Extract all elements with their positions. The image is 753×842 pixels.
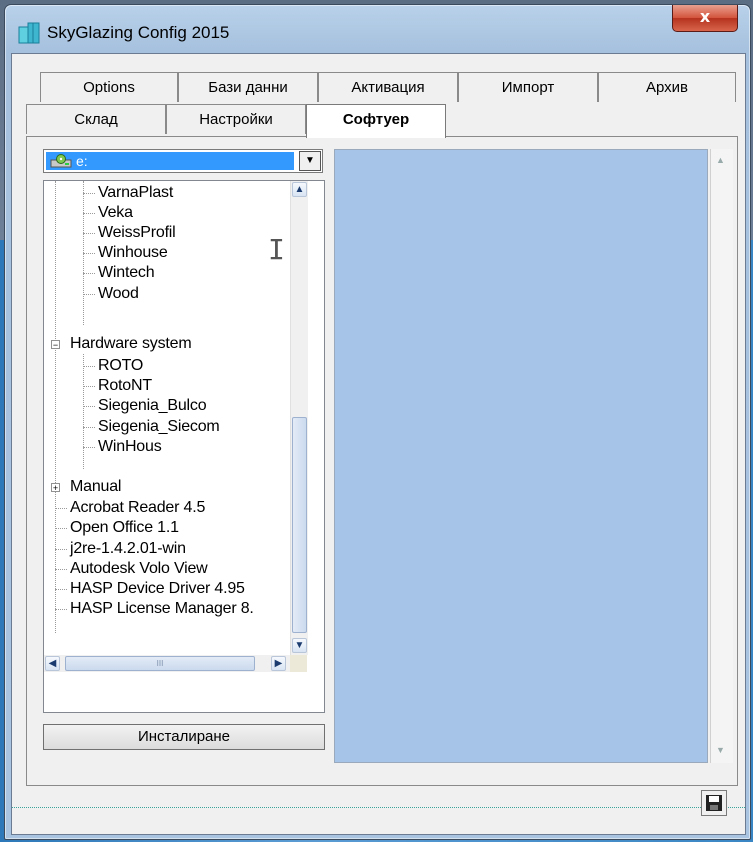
tree-item-hardware-system[interactable]: Hardware system	[70, 334, 192, 354]
window-title: SkyGlazing Config 2015	[47, 23, 230, 42]
tree-guide	[55, 569, 67, 570]
floppy-disk-icon	[706, 795, 722, 811]
tree-item[interactable]: j2re-1.4.2.01-win	[70, 539, 186, 559]
chevron-left-icon[interactable]: ◀	[45, 656, 60, 671]
text-cursor-icon: I	[268, 233, 285, 266]
tree-guide	[55, 549, 67, 550]
tree-item[interactable]: Wintech	[98, 263, 155, 283]
chevron-up-icon[interactable]: ▲	[292, 182, 307, 197]
tab-settings[interactable]: Настройки	[166, 104, 306, 134]
tree-horizontal-scrollbar[interactable]: ◀ III ▶	[44, 655, 290, 672]
tab-software[interactable]: Софтуер	[306, 104, 446, 138]
tree-item[interactable]: VarnaPlast	[98, 183, 173, 203]
tree-hscroll-thumb[interactable]: III	[65, 656, 255, 671]
tree-guide	[83, 366, 95, 367]
chevron-right-icon[interactable]: ▶	[271, 656, 286, 671]
tree-guide	[83, 253, 95, 254]
chevron-down-icon[interactable]: ▼	[299, 151, 321, 171]
tree-guide	[83, 427, 95, 428]
tree-item[interactable]: HASP Device Driver 4.95	[70, 579, 245, 599]
tab-activation[interactable]: Активация	[318, 72, 458, 102]
tree-guide	[83, 294, 95, 295]
tree-item[interactable]: HASP License Manager 8.	[70, 599, 254, 619]
tree-guide	[83, 386, 95, 387]
chevron-down-icon[interactable]: ▼	[716, 745, 725, 755]
details-text-area[interactable]	[334, 149, 708, 763]
client-area: Options Бази данни Активация Импорт Архи…	[11, 53, 746, 835]
tree-item[interactable]: Wood	[98, 284, 139, 304]
tree-guide	[83, 193, 95, 194]
chevron-down-icon[interactable]: ▼	[292, 638, 307, 653]
tab-import[interactable]: Импорт	[458, 72, 598, 102]
close-button[interactable]: x	[672, 5, 738, 32]
tree-vertical-scrollbar[interactable]: ▲ ▼	[290, 181, 308, 655]
tree-guide	[55, 528, 67, 529]
tree-guide	[55, 508, 67, 509]
tree-guide	[83, 213, 95, 214]
tab-warehouse[interactable]: Склад	[26, 104, 166, 134]
tree-item[interactable]: Acrobat Reader 4.5	[70, 498, 205, 518]
tree-guide	[83, 406, 95, 407]
title-bar[interactable]: SkyGlazing Config 2015 x	[5, 5, 750, 55]
tree-guide	[55, 589, 67, 590]
tab-databases[interactable]: Бази данни	[178, 72, 318, 102]
expand-icon[interactable]: +	[51, 483, 60, 493]
tree-item[interactable]: Veka	[98, 203, 133, 223]
tree-item[interactable]: Siegenia_Bulco	[98, 396, 207, 416]
chevron-up-icon[interactable]: ▲	[716, 155, 725, 165]
tree-item-manual[interactable]: Manual	[70, 477, 121, 497]
scroll-corner	[290, 655, 307, 672]
tree-guide	[55, 609, 67, 610]
status-divider	[12, 807, 745, 808]
config-window: SkyGlazing Config 2015 x Options Бази да…	[4, 4, 751, 840]
app-icon	[18, 22, 40, 44]
tree-item[interactable]: Autodesk Volo View	[70, 559, 208, 579]
save-button[interactable]	[701, 790, 727, 816]
tree-item[interactable]: WeissProfil	[98, 223, 176, 243]
install-button[interactable]: Инсталиране	[43, 724, 325, 750]
tab-options[interactable]: Options	[40, 72, 178, 102]
tree-item[interactable]: Open Office 1.1	[70, 518, 179, 538]
tab-archive[interactable]: Архив	[598, 72, 736, 102]
tree-guide	[83, 354, 84, 469]
drive-select[interactable]: e: ▼	[43, 149, 323, 173]
tree-guide	[83, 447, 95, 448]
tree-item[interactable]: WinHous	[98, 437, 162, 457]
tree-guide	[83, 273, 95, 274]
tree-guide	[83, 233, 95, 234]
software-tab-page: e: ▼ VarnaPlast Veka WeissProfil Winhous…	[26, 136, 738, 786]
details-vertical-scrollbar[interactable]: ▲ ▼	[710, 149, 733, 763]
drive-select-value: e:	[46, 152, 294, 170]
tree-guide	[55, 181, 56, 633]
drive-icon	[50, 154, 72, 168]
tree-item[interactable]: ROTO	[98, 356, 143, 376]
tree-item[interactable]: Siegenia_Siecom	[98, 417, 220, 437]
tree-scroll-thumb[interactable]	[292, 417, 307, 633]
tree-item[interactable]: Winhouse	[98, 243, 168, 263]
tree-item[interactable]: RotoNT	[98, 376, 152, 396]
collapse-icon[interactable]: −	[51, 340, 60, 350]
